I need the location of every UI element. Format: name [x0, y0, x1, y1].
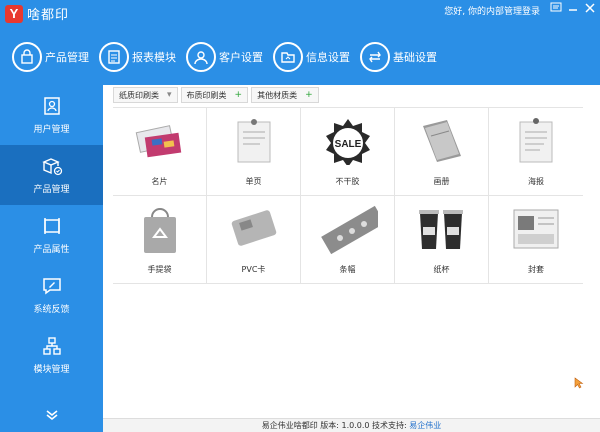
chevron-down-icon: ▾: [167, 90, 172, 100]
product-label: PVC卡: [241, 265, 266, 274]
attribute-icon: [41, 215, 63, 237]
product-row: 手提袋 PVC卡 条幅 纸杯 封套: [113, 196, 583, 284]
product-label: 条幅: [339, 265, 356, 274]
user-icon: [186, 42, 216, 72]
poster-icon: [506, 114, 566, 168]
product-brochure[interactable]: 画册: [395, 108, 489, 195]
topnav-report[interactable]: 报表模块: [99, 42, 176, 72]
topnav-label: 客户设置: [219, 51, 263, 64]
product-banner[interactable]: 条幅: [301, 196, 395, 283]
category-tabs: 纸质印刷类 ▾ 布质印刷类 + 其他材质类 +: [113, 87, 319, 103]
settings-icon: [360, 42, 390, 72]
folder-icon: [273, 42, 303, 72]
product-row: 名片 单页 SALE 不干胶 画册 海报: [113, 108, 583, 196]
user-greeting: 您好, 你的内部管理登录: [444, 7, 540, 17]
user-card-icon: [41, 95, 63, 117]
feedback-icon: [41, 275, 63, 297]
app-header: Y 啥都印 您好, 你的内部管理登录 产品管理 报表模块 客户设置 信息设置 基…: [0, 0, 600, 85]
top-navigation: 产品管理 报表模块 客户设置 信息设置 基础设置: [12, 42, 447, 72]
sidebar-label: 系统反馈: [33, 305, 70, 315]
sidebar-item-products[interactable]: 产品管理: [0, 145, 103, 205]
product-label: 不干胶: [335, 177, 360, 186]
tab-other-material[interactable]: 其他材质类 +: [251, 87, 319, 103]
status-footer: 易企伟业啥都印 版本: 1.0.0.0 技术支持: 易企伟业: [103, 418, 600, 432]
topnav-label: 报表模块: [132, 51, 176, 64]
business-card-icon: [130, 114, 190, 168]
product-label: 画册: [433, 177, 450, 186]
minimize-icon[interactable]: [566, 2, 579, 14]
topnav-label: 产品管理: [45, 51, 89, 64]
module-icon: [41, 335, 63, 357]
plus-icon: +: [234, 90, 243, 100]
cursor-icon: [574, 377, 584, 392]
product-box-icon: [41, 155, 63, 177]
paper-cup-icon: [412, 202, 472, 256]
app-logo: Y 啥都印: [5, 4, 69, 23]
main-content: 纸质印刷类 ▾ 布质印刷类 + 其他材质类 + 名片 单页 SALE 不干胶 画…: [103, 85, 600, 418]
tab-label: 其他材质类: [257, 90, 298, 100]
company-name: 易企伟业啥都印: [261, 421, 318, 430]
product-pvc-card[interactable]: PVC卡: [207, 196, 301, 283]
sidebar-item-users[interactable]: 用户管理: [0, 85, 103, 145]
topnav-label: 基础设置: [393, 51, 437, 64]
sidebar-item-attributes[interactable]: 产品属性: [0, 205, 103, 265]
topnav-basic[interactable]: 基础设置: [360, 42, 437, 72]
topnav-customer[interactable]: 客户设置: [186, 42, 263, 72]
message-icon[interactable]: [549, 2, 562, 14]
tab-cloth-print[interactable]: 布质印刷类 +: [180, 87, 249, 103]
product-poster[interactable]: 海报: [489, 108, 583, 195]
product-label: 名片: [151, 177, 168, 186]
product-business-card[interactable]: 名片: [113, 108, 207, 195]
sidebar-label: 模块管理: [33, 365, 70, 375]
brochure-icon: [412, 114, 472, 168]
product-label: 封套: [528, 265, 544, 274]
support-link[interactable]: 易企伟业: [409, 421, 441, 430]
shopping-bag-icon: [12, 42, 42, 72]
sticker-icon: SALE: [318, 114, 378, 168]
product-grid: 名片 单页 SALE 不干胶 画册 海报 手提袋 PVC卡 条幅 纸杯 封套: [113, 107, 583, 284]
flyer-icon: [224, 114, 284, 168]
product-paper-cup[interactable]: 纸杯: [395, 196, 489, 283]
sidebar-item-feedback[interactable]: 系统反馈: [0, 265, 103, 325]
app-name: 啥都印: [27, 8, 70, 23]
product-label: 海报: [528, 177, 544, 186]
report-icon: [99, 42, 129, 72]
support-label: 技术支持:: [372, 421, 407, 430]
handbag-icon: [130, 202, 190, 256]
close-icon[interactable]: [583, 2, 596, 14]
product-label: 单页: [245, 177, 262, 186]
tab-label: 纸质印刷类: [119, 90, 159, 100]
logo-mark: Y: [5, 4, 23, 23]
sidebar: 用户管理 产品管理 产品属性 系统反馈 模块管理: [0, 85, 103, 432]
product-handbag[interactable]: 手提袋: [113, 196, 207, 283]
pvc-card-icon: [224, 202, 284, 256]
sidebar-label: 用户管理: [33, 125, 70, 135]
version-label: 版本:: [320, 421, 339, 430]
product-label: 手提袋: [147, 265, 172, 274]
tab-label: 布质印刷类: [186, 90, 227, 100]
plus-icon: +: [305, 90, 313, 100]
version-number: 1.0.0.0: [341, 421, 370, 430]
envelope-icon: [506, 202, 566, 256]
topnav-label: 信息设置: [306, 51, 350, 64]
sidebar-item-modules[interactable]: 模块管理: [0, 325, 103, 385]
window-controls: [549, 2, 596, 14]
sidebar-label: 产品管理: [33, 185, 70, 195]
banner-icon: [318, 202, 378, 256]
product-label: 纸杯: [433, 265, 450, 274]
double-chevron-down-icon[interactable]: [0, 398, 103, 432]
product-sticker[interactable]: SALE 不干胶: [301, 108, 395, 195]
svg-text:SALE: SALE: [334, 139, 361, 150]
product-envelope[interactable]: 封套: [489, 196, 583, 283]
topnav-info[interactable]: 信息设置: [273, 42, 350, 72]
product-flyer[interactable]: 单页: [207, 108, 301, 195]
topnav-product[interactable]: 产品管理: [12, 42, 89, 72]
tab-paper-print[interactable]: 纸质印刷类 ▾: [113, 87, 178, 103]
sidebar-label: 产品属性: [33, 245, 70, 255]
